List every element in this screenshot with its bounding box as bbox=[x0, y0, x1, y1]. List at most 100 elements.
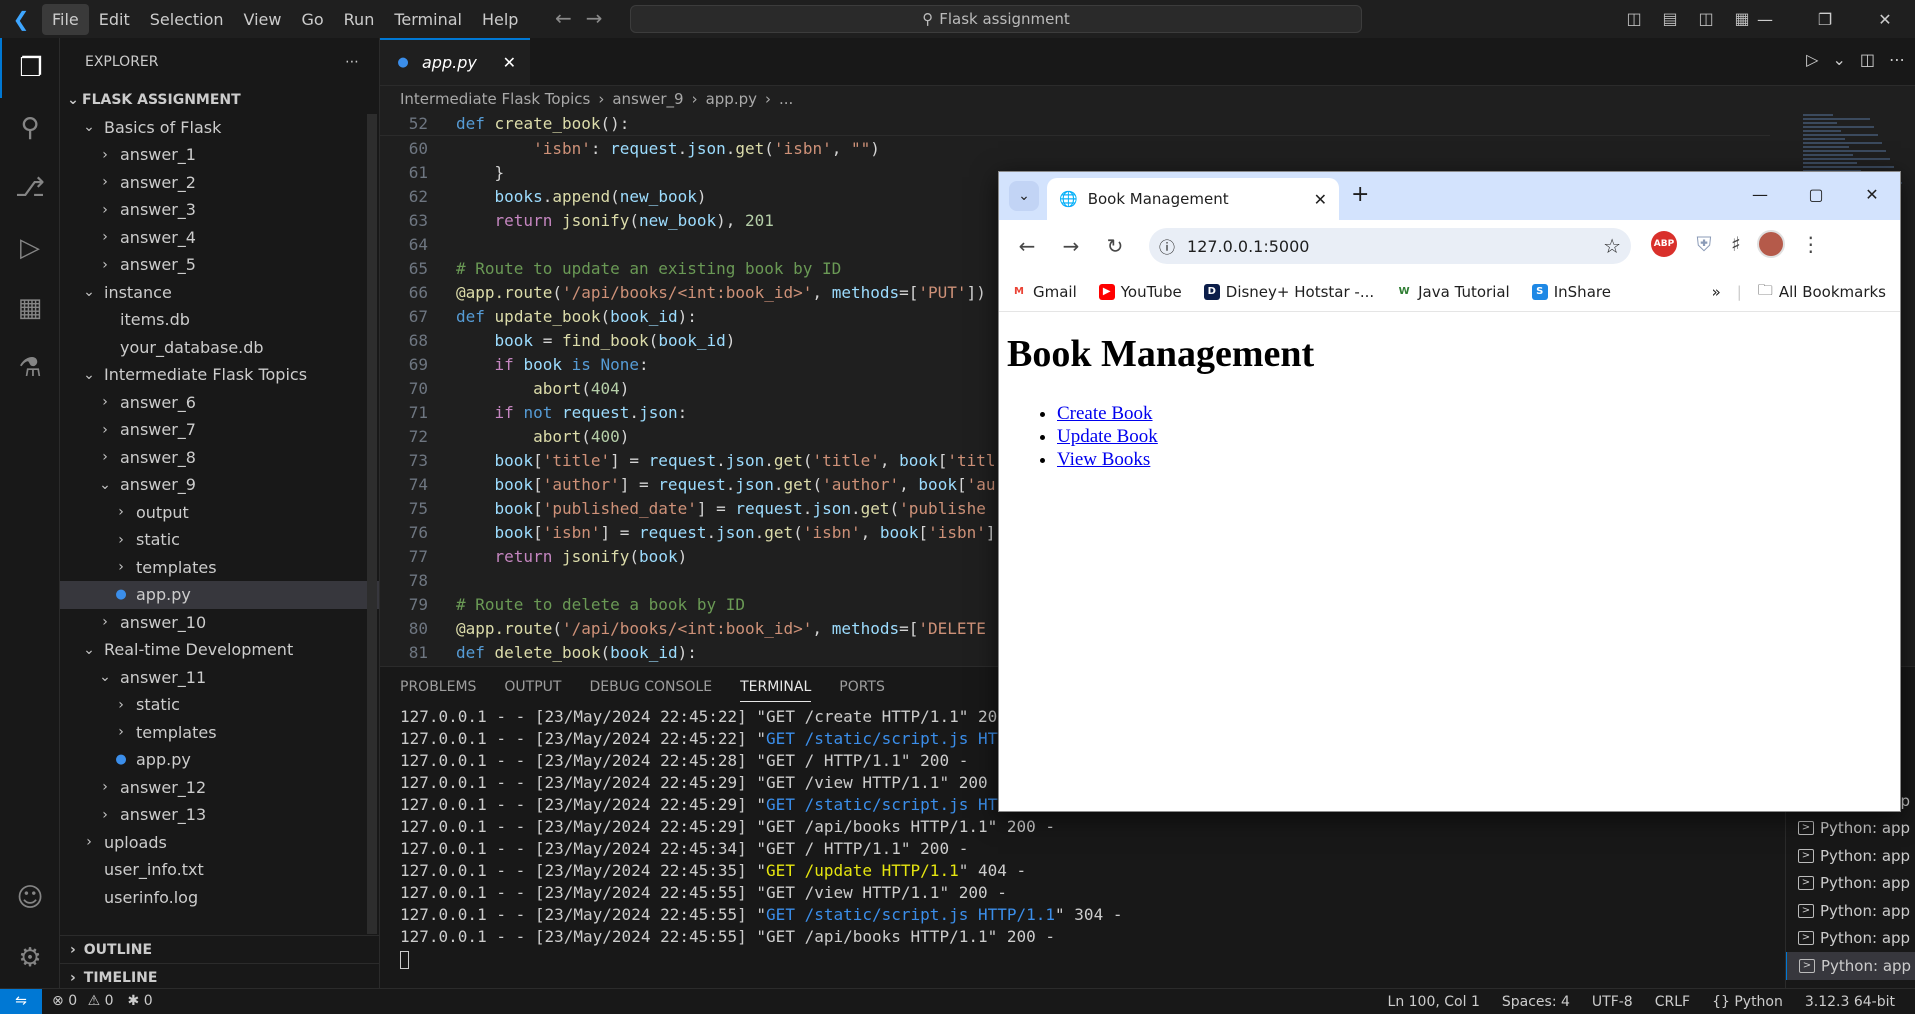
split-editor-icon[interactable]: ◫ bbox=[1860, 50, 1875, 69]
problems-status[interactable]: ⊗ 0 ⚠ 0 bbox=[52, 993, 114, 1009]
more-bookmarks-icon[interactable]: » bbox=[1712, 283, 1721, 301]
tab-terminal[interactable]: TERMINAL bbox=[740, 679, 812, 702]
reload-icon[interactable]: ↻ bbox=[1097, 228, 1133, 264]
toggle-panel-icon[interactable]: ▤ bbox=[1656, 4, 1684, 32]
bookmark-item[interactable]: ▶ YouTube bbox=[1098, 283, 1182, 301]
encoding[interactable]: UTF-8 bbox=[1592, 994, 1633, 1010]
tree-item[interactable]: › answer_7 bbox=[60, 416, 379, 444]
tree-item[interactable]: › answer_2 bbox=[60, 169, 379, 197]
back-arrow-icon[interactable]: ← bbox=[555, 6, 572, 30]
tree-item[interactable]: › answer_13 bbox=[60, 801, 379, 829]
tree-item[interactable]: › output bbox=[60, 499, 379, 527]
indentation[interactable]: Spaces: 4 bbox=[1502, 994, 1570, 1010]
page-link-view-books[interactable]: View Books bbox=[1057, 449, 1150, 470]
tree-item[interactable]: › static bbox=[60, 526, 379, 554]
browser-tab[interactable]: 🌐 Book Management ✕ bbox=[1047, 178, 1339, 220]
terminal-cursor[interactable] bbox=[400, 949, 1750, 971]
tree-item[interactable]: › uploads bbox=[60, 829, 379, 857]
toggle-secondary-sidebar-icon[interactable]: ◫ bbox=[1692, 4, 1720, 32]
bookmark-item[interactable]: D Disney+ Hotstar -... bbox=[1203, 283, 1374, 301]
menu-item-edit[interactable]: Edit bbox=[89, 4, 140, 35]
tree-item[interactable]: ⌄ Real-time Development bbox=[60, 636, 379, 664]
close-tab-icon[interactable]: ✕ bbox=[1314, 190, 1327, 209]
minimize-icon[interactable]: — bbox=[1735, 0, 1795, 38]
remote-indicator-icon[interactable]: ⇋ bbox=[0, 988, 42, 1014]
tree-item[interactable]: ⌄ Intermediate Flask Topics bbox=[60, 361, 379, 389]
tree-item[interactable]: ⌄ answer_11 bbox=[60, 664, 379, 692]
chrome-menu-icon[interactable]: ⋮ bbox=[1801, 232, 1821, 256]
close-window-icon[interactable]: ✕ bbox=[1844, 172, 1900, 216]
tree-item[interactable]: ● app.py bbox=[60, 581, 379, 609]
terminal-instance[interactable]: > Python: app bbox=[1786, 897, 1915, 925]
run-python-icon[interactable]: ▷ bbox=[1806, 50, 1818, 69]
timeline-section[interactable]: › TIMELINE bbox=[60, 963, 380, 991]
breadcrumb-item[interactable]: answer_9 bbox=[612, 90, 683, 108]
terminal-instance[interactable]: > Python: app bbox=[1786, 925, 1915, 953]
profile-avatar[interactable] bbox=[1756, 230, 1785, 258]
tab-output[interactable]: OUTPUT bbox=[504, 679, 561, 695]
project-root[interactable]: ⌄ FLASK ASSIGNMENT bbox=[60, 86, 379, 114]
all-bookmarks-folder[interactable]: 🗀 All Bookmarks bbox=[1758, 280, 1886, 305]
tree-item[interactable]: › static bbox=[60, 691, 379, 719]
language-mode[interactable]: {} Python bbox=[1712, 994, 1783, 1010]
adblock-plus-icon[interactable]: ABP bbox=[1651, 231, 1677, 257]
tree-item[interactable]: › answer_12 bbox=[60, 774, 379, 802]
extensions-icon[interactable]: ▦ bbox=[0, 278, 60, 338]
tree-item[interactable]: › answer_5 bbox=[60, 251, 379, 279]
terminal-instance[interactable]: > Python: app bbox=[1786, 870, 1915, 898]
close-window-icon[interactable]: ✕ bbox=[1855, 0, 1915, 38]
tree-item[interactable]: › answer_3 bbox=[60, 196, 379, 224]
search-icon[interactable]: ⚲ bbox=[0, 98, 60, 158]
tree-item[interactable]: ● app.py bbox=[60, 746, 379, 774]
tree-item[interactable]: › answer_4 bbox=[60, 224, 379, 252]
cursor-position[interactable]: Ln 100, Col 1 bbox=[1388, 994, 1480, 1010]
menu-item-selection[interactable]: Selection bbox=[140, 4, 234, 35]
forward-arrow-icon[interactable]: → bbox=[586, 6, 603, 30]
new-tab-icon[interactable]: + bbox=[1351, 182, 1369, 207]
tab-ports[interactable]: PORTS bbox=[839, 679, 885, 695]
maximize-icon[interactable]: ▢ bbox=[1788, 172, 1844, 216]
tree-item[interactable]: › answer_1 bbox=[60, 141, 379, 169]
bookmark-star-icon[interactable]: ☆ bbox=[1603, 234, 1621, 258]
tab-problems[interactable]: PROBLEMS bbox=[400, 679, 476, 695]
source-control-icon[interactable]: ⎇ bbox=[0, 158, 60, 218]
site-info-icon[interactable]: ⓘ bbox=[1159, 234, 1175, 258]
menu-item-go[interactable]: Go bbox=[291, 4, 333, 35]
back-icon[interactable]: ← bbox=[1009, 228, 1045, 264]
tree-item[interactable]: userinfo.log bbox=[60, 884, 379, 912]
bookmark-item[interactable]: M Gmail bbox=[1011, 283, 1077, 301]
testing-icon[interactable]: ⚗ bbox=[0, 338, 60, 398]
tree-item[interactable]: your_database.db bbox=[60, 334, 379, 362]
tab-search-icon[interactable]: ⌄ bbox=[1009, 181, 1039, 211]
more-actions-icon[interactable]: ⋯ bbox=[345, 54, 359, 70]
tree-item[interactable]: › templates bbox=[60, 719, 379, 747]
sidebar-scrollbar[interactable] bbox=[367, 114, 377, 934]
ports-status[interactable]: ✱ 0 bbox=[128, 993, 153, 1009]
tree-item[interactable]: › answer_6 bbox=[60, 389, 379, 417]
tree-item[interactable]: ⌄ answer_9 bbox=[60, 471, 379, 499]
toggle-sidebar-icon[interactable]: ◫ bbox=[1620, 4, 1648, 32]
minimize-icon[interactable]: — bbox=[1732, 172, 1788, 216]
breadcrumb-item[interactable]: app.py bbox=[706, 90, 757, 108]
close-tab-icon[interactable]: ✕ bbox=[503, 53, 516, 72]
tree-item[interactable]: user_info.txt bbox=[60, 856, 379, 884]
explorer-icon[interactable]: ❐ bbox=[0, 38, 60, 98]
menu-item-help[interactable]: Help bbox=[472, 4, 528, 35]
tab-app-py[interactable]: ● app.py ✕ bbox=[380, 38, 530, 85]
menu-item-view[interactable]: View bbox=[234, 4, 292, 35]
forward-icon[interactable]: → bbox=[1053, 228, 1089, 264]
run-debug-icon[interactable]: ▷ bbox=[0, 218, 60, 278]
tree-item[interactable]: › answer_8 bbox=[60, 444, 379, 472]
breadcrumb-item[interactable]: Intermediate Flask Topics bbox=[400, 90, 590, 108]
tree-item[interactable]: › templates bbox=[60, 554, 379, 582]
restore-icon[interactable]: ❐ bbox=[1795, 0, 1855, 38]
bookmark-item[interactable]: W Java Tutorial bbox=[1396, 283, 1510, 301]
bookmark-item[interactable]: S InShare bbox=[1531, 283, 1611, 301]
breadcrumb-item[interactable]: ... bbox=[779, 90, 793, 108]
menu-item-terminal[interactable]: Terminal bbox=[384, 4, 472, 35]
tree-item[interactable]: items.db bbox=[60, 306, 379, 334]
menu-item-file[interactable]: File bbox=[42, 3, 89, 35]
menu-item-run[interactable]: Run bbox=[334, 4, 385, 35]
command-center-search[interactable]: ⚲ Flask assignment bbox=[630, 5, 1362, 33]
tab-debug-console[interactable]: DEBUG CONSOLE bbox=[589, 679, 712, 695]
